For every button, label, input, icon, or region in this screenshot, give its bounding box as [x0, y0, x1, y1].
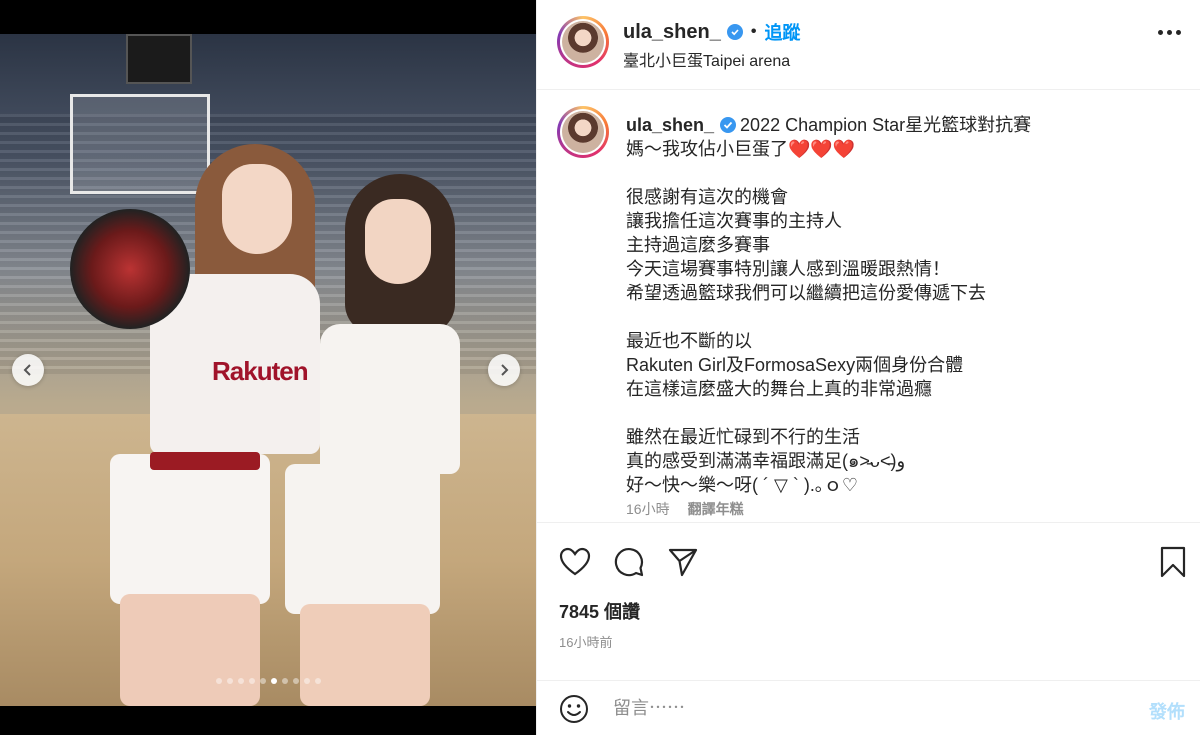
carousel-dot — [314, 678, 321, 684]
share-button[interactable] — [665, 544, 701, 580]
post-photo[interactable]: Rakuten — [0, 34, 536, 706]
caption-line — [626, 161, 1181, 185]
caption-line: 希望透過籃球我們可以繼續把這份愛傳遞下去 — [626, 283, 986, 303]
post-comment-button[interactable]: 發佈 — [1149, 698, 1185, 724]
comment-bubble-icon — [614, 548, 644, 577]
carousel-next-button[interactable] — [488, 354, 520, 386]
avatar[interactable] — [557, 16, 609, 68]
caption-line: Rakuten Girl及FormosaSexy兩個身份合體 — [626, 355, 964, 375]
caption-line: 今天這場賽事特別讓人感到溫暖跟熱情！ — [626, 259, 950, 279]
carousel-dot — [292, 678, 299, 684]
caption-line — [626, 401, 1181, 425]
post-header: ula_shen_ • 追蹤 臺北小巨蛋Taipei arena — [537, 0, 1200, 90]
carousel-prev-button[interactable] — [12, 354, 44, 386]
caption-meta: 16小時 翻譯年糕 — [626, 499, 744, 519]
caption-line: 在這樣這麼盛大的舞台上真的非常過癮 — [626, 379, 932, 399]
header-user-row: ula_shen_ • 追蹤 — [623, 19, 800, 45]
shirt-logo-text: Rakuten — [212, 356, 309, 386]
like-count[interactable]: 7845 個讚 — [559, 598, 640, 624]
carousel-dot — [237, 678, 244, 684]
person-right-shorts — [285, 464, 440, 614]
caption-line: ula_shen_ 2022 Champion Star星光籃球對抗賽 — [626, 113, 1181, 137]
chevron-right-icon — [501, 364, 509, 376]
caption-username[interactable]: ula_shen_ — [626, 115, 714, 135]
save-button[interactable] — [1155, 544, 1191, 580]
verified-badge-icon — [726, 24, 743, 40]
scoreboard — [126, 34, 192, 84]
carousel-dot — [248, 678, 255, 684]
person-left-belt — [150, 452, 260, 470]
caption-line: 雖然在最近忙碌到不行的生活 — [626, 427, 860, 447]
caption-line: 讓我擔任這次賽事的主持人 — [626, 211, 842, 231]
caption-line: 主持過這麼多賽事 — [626, 235, 770, 255]
caption-line: 很感謝有這次的機會 — [626, 187, 788, 207]
chevron-left-icon — [23, 364, 31, 376]
caption-line-text: 2022 Champion Star星光籃球對抗賽 — [740, 115, 1032, 135]
person-left-face — [222, 164, 292, 254]
person-left-legs — [120, 594, 260, 706]
carousel-dot — [226, 678, 233, 684]
person-right-legs — [300, 604, 430, 706]
carousel-dot — [259, 678, 266, 684]
more-options-icon[interactable] — [1158, 30, 1181, 35]
person-right-face — [365, 199, 431, 284]
post-side-panel: ula_shen_ • 追蹤 臺北小巨蛋Taipei arena ula_she… — [536, 0, 1200, 735]
post-media: Rakuten — [0, 0, 536, 735]
backboard — [70, 94, 210, 194]
comment-input[interactable] — [613, 698, 1073, 719]
caption-text: ula_shen_ 2022 Champion Star星光籃球對抗賽 媽～我攻佔… — [626, 113, 1181, 497]
header-username[interactable]: ula_shen_ — [623, 21, 721, 44]
pompom — [70, 209, 190, 329]
caption-line: 真的感受到滿滿幸福跟滿足(๑˃̵ᴗ˂̵)و — [626, 451, 906, 471]
caption-line — [626, 305, 1181, 329]
separator-dot: • — [750, 23, 757, 40]
verified-badge-icon — [720, 117, 737, 133]
like-button[interactable] — [557, 544, 593, 580]
carousel-dot — [281, 678, 288, 684]
caption-line: 媽～我攻佔小巨蛋了❤️❤️❤️ — [626, 139, 856, 159]
caption-line: 最近也不斷的以 — [626, 331, 752, 351]
person-left-shorts — [110, 454, 270, 604]
send-paper-plane-icon — [668, 548, 698, 577]
caption-area: ula_shen_ 2022 Champion Star星光籃球對抗賽 媽～我攻佔… — [537, 91, 1200, 523]
bookmark-icon — [1160, 546, 1186, 578]
carousel-dot — [215, 678, 222, 684]
action-bar — [537, 540, 1200, 584]
caption-avatar[interactable] — [557, 106, 609, 158]
comment-button[interactable] — [611, 544, 647, 580]
carousel-dot — [270, 678, 277, 684]
comment-bar: 發佈 — [537, 680, 1200, 735]
follow-button[interactable]: 追蹤 — [764, 19, 800, 45]
caption-line: 好～快～樂～呀( ´ ▽ ` ).｡ｏ♡ — [626, 475, 858, 495]
carousel-indicator — [0, 678, 536, 684]
translate-button[interactable]: 翻譯年糕 — [688, 499, 744, 519]
emoji-button[interactable] — [559, 694, 589, 729]
caption-time: 16小時 — [626, 501, 670, 517]
carousel-dot — [303, 678, 310, 684]
post-timestamp: 16小時前 — [559, 635, 613, 650]
person-right-top — [320, 324, 460, 474]
heart-icon — [559, 547, 591, 576]
emoji-smile-icon — [560, 695, 588, 723]
location-link[interactable]: 臺北小巨蛋Taipei arena — [623, 47, 790, 71]
